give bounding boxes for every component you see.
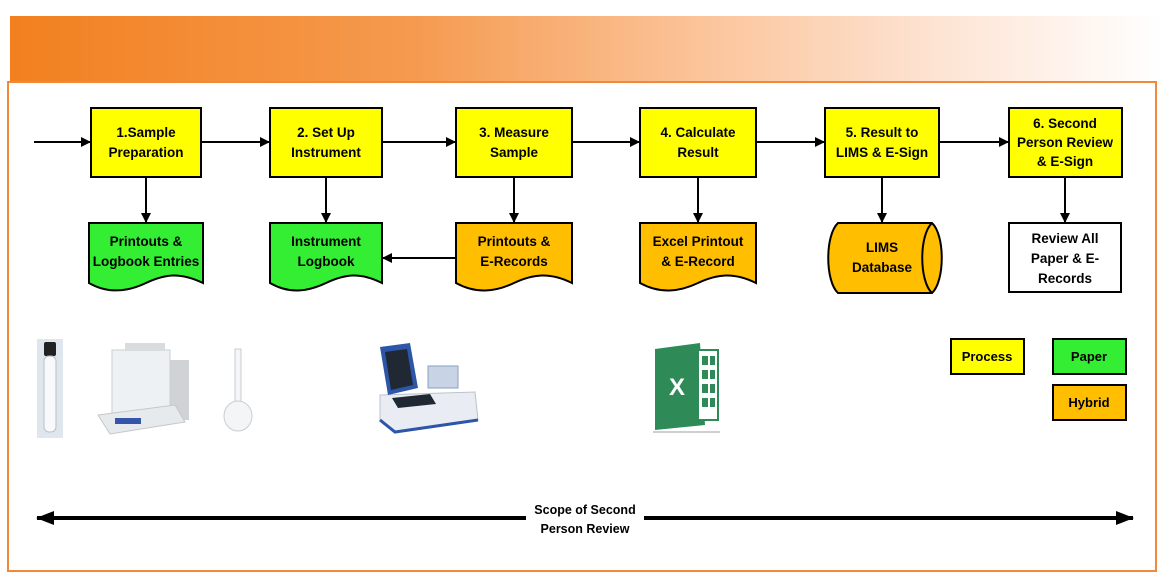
excel-icon: X bbox=[653, 343, 720, 433]
record-2-label-line-2: Logbook bbox=[298, 254, 355, 269]
spectrophotometer-image bbox=[379, 343, 479, 434]
record-5-database: LIMS Database bbox=[827, 222, 943, 294]
process-step-3: 3. Measure Sample bbox=[455, 107, 573, 178]
process-step-5: 5. Result to LIMS & E-Sign bbox=[824, 107, 940, 178]
svg-text:X: X bbox=[669, 374, 685, 401]
process-step-2: 2. Set Up Instrument bbox=[269, 107, 383, 178]
record-6-review: Review All Paper & E- Records bbox=[1008, 222, 1122, 293]
analytical-balance-image bbox=[97, 343, 189, 435]
step-3-label-line-1: 3. Measure bbox=[479, 125, 549, 140]
step-3-label-line-2: Sample bbox=[490, 145, 539, 160]
step-1-box bbox=[90, 107, 202, 178]
record-5-label-line-2: Database bbox=[852, 260, 913, 275]
record-6-label-line-3: Records bbox=[1038, 271, 1092, 286]
step-2-label-line-2: Instrument bbox=[291, 145, 361, 160]
step-4-label-line-2: Result bbox=[677, 145, 719, 160]
scope-label-line-2: Person Review bbox=[541, 522, 630, 536]
scope-label-line-1: Scope of Second bbox=[534, 503, 635, 517]
legend-paper: Paper bbox=[1052, 338, 1127, 375]
record-1-label-line-1: Printouts & bbox=[110, 234, 183, 249]
record-6-label-line-1: Review All bbox=[1031, 231, 1098, 246]
record-3-label-line-2: E-Records bbox=[480, 254, 548, 269]
record-3-document: Printouts & E-Records bbox=[455, 222, 573, 292]
step-1-label-line-1: 1.Sample bbox=[116, 125, 176, 140]
step-5-label-line-2: LIMS & E-Sign bbox=[836, 145, 928, 160]
step-4-box bbox=[639, 107, 757, 178]
legend-paper-label: Paper bbox=[1071, 349, 1107, 364]
record-2-document: Instrument Logbook bbox=[269, 222, 383, 292]
step-6-label-line-2: Person Review bbox=[1017, 135, 1114, 150]
record-5-label-line-1: LIMS bbox=[866, 240, 898, 255]
record-4-document: Excel Printout & E-Record bbox=[639, 222, 757, 292]
volumetric-flask-image bbox=[223, 348, 253, 432]
step-5-box bbox=[824, 107, 940, 178]
step-6-label-line-1: 6. Second bbox=[1033, 116, 1097, 131]
record-2-label-line-1: Instrument bbox=[291, 234, 361, 249]
step-3-box bbox=[455, 107, 573, 178]
process-step-4: 4. Calculate Result bbox=[639, 107, 757, 178]
process-step-1: 1.Sample Preparation bbox=[90, 107, 202, 178]
legend-process-label: Process bbox=[962, 349, 1013, 364]
legend-hybrid-label: Hybrid bbox=[1068, 395, 1109, 410]
record-1-label-line-2: Logbook Entries bbox=[93, 254, 200, 269]
record-6-label-line-2: Paper & E- bbox=[1031, 251, 1099, 266]
legend-process: Process bbox=[950, 338, 1025, 375]
legend-hybrid: Hybrid bbox=[1052, 384, 1127, 421]
record-4-label-line-2: & E-Record bbox=[661, 254, 735, 269]
step-2-box bbox=[269, 107, 383, 178]
record-1-document: Printouts & Logbook Entries bbox=[88, 222, 204, 292]
process-step-6: 6. Second Person Review & E-Sign bbox=[1008, 107, 1123, 178]
workflow-diagram: 1.Sample Preparation 2. Set Up Instrumen… bbox=[34, 107, 1134, 536]
test-tube-image bbox=[37, 339, 63, 438]
step-4-label-line-1: 4. Calculate bbox=[660, 125, 736, 140]
step-2-label-line-1: 2. Set Up bbox=[297, 125, 355, 140]
step-6-label-line-3: & E-Sign bbox=[1037, 154, 1093, 169]
record-3-label-line-1: Printouts & bbox=[478, 234, 551, 249]
record-4-label-line-1: Excel Printout bbox=[653, 234, 744, 249]
step-1-label-line-2: Preparation bbox=[108, 145, 183, 160]
step-5-label-line-1: 5. Result to bbox=[846, 125, 919, 140]
